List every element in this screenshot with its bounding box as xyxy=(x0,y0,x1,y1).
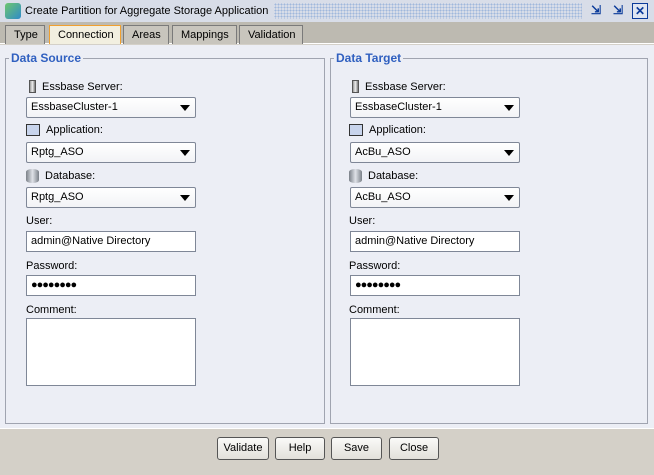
tab-mappings[interactable]: Mappings xyxy=(172,25,237,44)
chevron-down-icon xyxy=(504,105,514,111)
tab-strip: Type Connection Areas Mappings Validatio… xyxy=(0,22,654,44)
tab-areas[interactable]: Areas xyxy=(123,25,169,44)
chevron-down-icon xyxy=(180,195,190,201)
target-password-label: Password: xyxy=(349,260,401,272)
source-database-select[interactable]: Rptg_ASO xyxy=(26,187,196,208)
source-db-value: Rptg_ASO xyxy=(31,191,84,203)
help-button[interactable]: Help xyxy=(275,437,325,460)
target-server-select[interactable]: EssbaseCluster-1 xyxy=(350,97,520,118)
target-db-label: Database: xyxy=(368,170,419,182)
source-server-label: Essbase Server: xyxy=(42,80,123,93)
source-app-value: Rptg_ASO xyxy=(31,146,84,158)
target-db-value: AcBu_ASO xyxy=(355,191,411,203)
source-password-input[interactable]: ●●●●●●●● xyxy=(26,275,196,296)
close-icon[interactable]: ✕ xyxy=(632,3,648,19)
minimize-icon[interactable]: ⇲ xyxy=(610,3,626,19)
target-app-value: AcBu_ASO xyxy=(355,146,411,158)
source-user-label: User: xyxy=(26,215,53,227)
source-db-label: Database: xyxy=(45,170,96,182)
restore-icon[interactable]: ⇲ xyxy=(588,3,604,19)
chevron-down-icon xyxy=(504,195,514,201)
dialog-footer: Validate Help Save Close xyxy=(0,428,654,475)
server-icon xyxy=(29,80,36,93)
source-comment-label: Comment: xyxy=(26,304,77,316)
app-icon xyxy=(5,3,21,19)
target-database-select[interactable]: AcBu_ASO xyxy=(350,187,520,208)
source-application-select[interactable]: Rptg_ASO xyxy=(26,142,196,163)
source-server-select[interactable]: EssbaseCluster-1 xyxy=(26,97,196,118)
target-comment-textarea[interactable] xyxy=(350,318,520,386)
source-password-label: Password: xyxy=(26,260,78,272)
data-source-legend: Data Source xyxy=(9,51,84,65)
window-title: Create Partition for Aggregate Storage A… xyxy=(25,5,269,17)
save-button[interactable]: Save xyxy=(331,437,382,460)
target-user-label: User: xyxy=(349,215,376,227)
application-icon xyxy=(26,124,40,136)
connection-panel: Data Source Essbase Server: EssbaseClust… xyxy=(0,45,654,428)
tab-validation[interactable]: Validation xyxy=(239,25,303,44)
tab-connection[interactable]: Connection xyxy=(49,25,121,44)
close-button[interactable]: Close xyxy=(389,437,439,460)
source-comment-textarea[interactable] xyxy=(26,318,196,386)
database-icon xyxy=(26,169,39,183)
chevron-down-icon xyxy=(504,150,514,156)
target-app-label: Application: xyxy=(369,124,426,136)
target-comment-label: Comment: xyxy=(349,304,400,316)
data-source-group: Data Source Essbase Server: EssbaseClust… xyxy=(5,51,325,424)
chevron-down-icon xyxy=(180,105,190,111)
target-server-value: EssbaseCluster-1 xyxy=(355,101,442,113)
source-user-input[interactable]: admin@Native Directory xyxy=(26,231,196,252)
tab-type[interactable]: Type xyxy=(5,25,45,44)
validate-button[interactable]: Validate xyxy=(217,437,269,460)
database-icon xyxy=(349,169,362,183)
chevron-down-icon xyxy=(180,150,190,156)
title-bar: Create Partition for Aggregate Storage A… xyxy=(0,0,654,22)
data-target-legend: Data Target xyxy=(334,51,404,65)
target-application-select[interactable]: AcBu_ASO xyxy=(350,142,520,163)
target-password-input[interactable]: ●●●●●●●● xyxy=(350,275,520,296)
data-target-group: Data Target Essbase Server: EssbaseClust… xyxy=(330,51,648,424)
application-icon xyxy=(349,124,363,136)
target-server-label: Essbase Server: xyxy=(365,80,446,93)
source-app-label: Application: xyxy=(46,124,103,136)
target-user-input[interactable]: admin@Native Directory xyxy=(350,231,520,252)
server-icon xyxy=(352,80,359,93)
title-bar-drag-area[interactable] xyxy=(274,3,582,19)
source-server-value: EssbaseCluster-1 xyxy=(31,101,118,113)
